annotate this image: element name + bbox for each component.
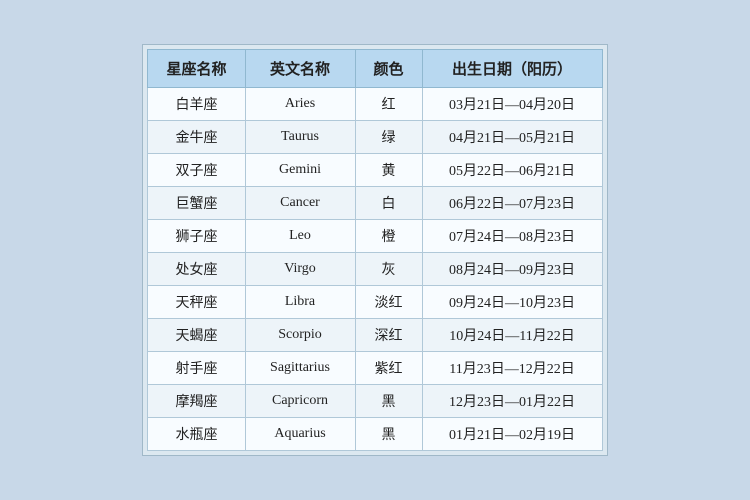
cell-english: Virgo <box>245 253 355 286</box>
cell-chinese: 狮子座 <box>148 220 245 253</box>
table-row: 金牛座Taurus绿04月21日—05月21日 <box>148 121 602 154</box>
cell-color: 红 <box>355 88 422 121</box>
cell-english: Leo <box>245 220 355 253</box>
header-date: 出生日期（阳历） <box>422 50 602 88</box>
zodiac-table: 星座名称 英文名称 颜色 出生日期（阳历） 白羊座Aries红03月21日—04… <box>147 49 602 451</box>
cell-chinese: 双子座 <box>148 154 245 187</box>
cell-chinese: 金牛座 <box>148 121 245 154</box>
table-row: 巨蟹座Cancer白06月22日—07月23日 <box>148 187 602 220</box>
cell-chinese: 摩羯座 <box>148 385 245 418</box>
cell-color: 绿 <box>355 121 422 154</box>
table-row: 处女座Virgo灰08月24日—09月23日 <box>148 253 602 286</box>
cell-chinese: 天蝎座 <box>148 319 245 352</box>
table-row: 天蝎座Scorpio深红10月24日—11月22日 <box>148 319 602 352</box>
header-english: 英文名称 <box>245 50 355 88</box>
header-chinese: 星座名称 <box>148 50 245 88</box>
cell-english: Aries <box>245 88 355 121</box>
cell-color: 黑 <box>355 418 422 451</box>
cell-chinese: 水瓶座 <box>148 418 245 451</box>
cell-color: 灰 <box>355 253 422 286</box>
cell-date: 08月24日—09月23日 <box>422 253 602 286</box>
table-row: 水瓶座Aquarius黑01月21日—02月19日 <box>148 418 602 451</box>
cell-english: Taurus <box>245 121 355 154</box>
cell-color: 白 <box>355 187 422 220</box>
table-row: 双子座Gemini黄05月22日—06月21日 <box>148 154 602 187</box>
table-row: 天秤座Libra淡红09月24日—10月23日 <box>148 286 602 319</box>
cell-chinese: 巨蟹座 <box>148 187 245 220</box>
cell-color: 黄 <box>355 154 422 187</box>
cell-chinese: 处女座 <box>148 253 245 286</box>
table-body: 白羊座Aries红03月21日—04月20日金牛座Taurus绿04月21日—0… <box>148 88 602 451</box>
table-row: 射手座Sagittarius紫红11月23日—12月22日 <box>148 352 602 385</box>
cell-date: 10月24日—11月22日 <box>422 319 602 352</box>
cell-date: 12月23日—01月22日 <box>422 385 602 418</box>
cell-english: Libra <box>245 286 355 319</box>
cell-date: 07月24日—08月23日 <box>422 220 602 253</box>
table-row: 狮子座Leo橙07月24日—08月23日 <box>148 220 602 253</box>
cell-english: Scorpio <box>245 319 355 352</box>
cell-date: 09月24日—10月23日 <box>422 286 602 319</box>
cell-english: Capricorn <box>245 385 355 418</box>
cell-date: 01月21日—02月19日 <box>422 418 602 451</box>
cell-english: Cancer <box>245 187 355 220</box>
cell-color: 淡红 <box>355 286 422 319</box>
cell-english: Sagittarius <box>245 352 355 385</box>
table-row: 摩羯座Capricorn黑12月23日—01月22日 <box>148 385 602 418</box>
cell-chinese: 射手座 <box>148 352 245 385</box>
cell-date: 05月22日—06月21日 <box>422 154 602 187</box>
cell-chinese: 白羊座 <box>148 88 245 121</box>
cell-color: 橙 <box>355 220 422 253</box>
zodiac-table-container: 星座名称 英文名称 颜色 出生日期（阳历） 白羊座Aries红03月21日—04… <box>142 44 607 456</box>
table-header-row: 星座名称 英文名称 颜色 出生日期（阳历） <box>148 50 602 88</box>
cell-color: 黑 <box>355 385 422 418</box>
cell-chinese: 天秤座 <box>148 286 245 319</box>
cell-color: 深红 <box>355 319 422 352</box>
cell-date: 06月22日—07月23日 <box>422 187 602 220</box>
cell-date: 11月23日—12月22日 <box>422 352 602 385</box>
cell-english: Aquarius <box>245 418 355 451</box>
header-color: 颜色 <box>355 50 422 88</box>
cell-date: 03月21日—04月20日 <box>422 88 602 121</box>
cell-color: 紫红 <box>355 352 422 385</box>
cell-date: 04月21日—05月21日 <box>422 121 602 154</box>
cell-english: Gemini <box>245 154 355 187</box>
table-row: 白羊座Aries红03月21日—04月20日 <box>148 88 602 121</box>
